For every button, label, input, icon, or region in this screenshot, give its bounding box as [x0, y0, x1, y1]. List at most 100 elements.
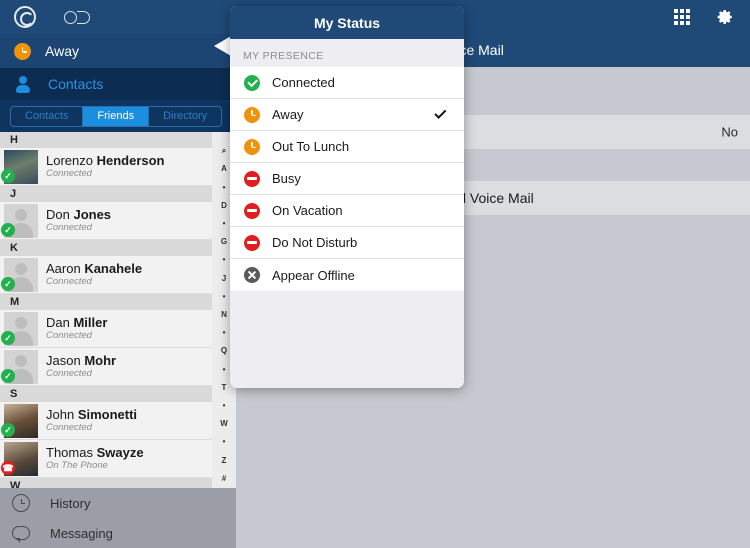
index-letter[interactable]: D: [221, 197, 227, 215]
clock-orange-icon: [244, 106, 260, 123]
index-letter[interactable]: W: [220, 415, 228, 433]
contact-name: Aaron Kanahele: [46, 260, 143, 276]
contact-text: Jason Mohr Connected: [46, 352, 117, 380]
index-letter[interactable]: •: [223, 215, 226, 233]
presence-option-do-not-disturb[interactable]: Do Not Disturb: [230, 227, 464, 259]
presence-connected-icon: ✓: [1, 223, 15, 237]
tab-directory[interactable]: Directory: [149, 107, 221, 126]
clock-orange-icon: [244, 138, 260, 155]
contact-row[interactable]: ✓ Don Jones Connected: [0, 202, 212, 240]
nav-item-label: Messaging: [50, 525, 113, 541]
row-left-text: all Voice Mail: [452, 190, 534, 206]
nav-item-label: History: [50, 495, 91, 511]
contact-row[interactable]: ✓ Lorenzo Henderson Connected: [0, 148, 212, 186]
app-root: Voice Mail No all Voice Mail Away Contact…: [0, 0, 750, 548]
presence-option-busy[interactable]: Busy: [230, 163, 464, 195]
contact-row[interactable]: ✓ Aaron Kanahele Connected: [0, 256, 212, 294]
grid-apps-icon[interactable]: [674, 9, 690, 25]
presence-option-label: Do Not Disturb: [272, 235, 358, 250]
x-circle-gray-icon: [244, 267, 260, 283]
letter-header: K: [0, 240, 212, 256]
my-status-popover: My Status MY PRESENCE Connected Away Out T…: [230, 6, 464, 388]
index-letter[interactable]: •: [223, 360, 226, 378]
contact-row[interactable]: ☎ Thomas Swayze On The Phone: [0, 440, 212, 478]
index-letter[interactable]: T: [222, 379, 227, 397]
presence-option-out-to-lunch[interactable]: Out To Lunch: [230, 131, 464, 163]
index-letter[interactable]: Z: [222, 451, 227, 469]
presence-option-list: Connected Away Out To Lunch Busy On Vacation…: [230, 67, 464, 291]
index-letter[interactable]: •: [223, 251, 226, 269]
contact-status: Connected: [46, 221, 92, 233]
letter-header: S: [0, 386, 212, 402]
my-status-label: Away: [45, 43, 79, 59]
contact-status: Connected: [46, 275, 92, 287]
contacts-list[interactable]: H ✓ Lorenzo Henderson Connected J ✓ Don Jones C…: [0, 132, 212, 488]
contact-status: Connected: [46, 167, 92, 179]
presence-option-away[interactable]: Away: [230, 99, 464, 131]
index-search-icon[interactable]: ⌕: [222, 142, 226, 160]
chat-bubble-icon: [12, 526, 30, 543]
index-letter[interactable]: Q: [221, 342, 227, 360]
tab-contacts[interactable]: Contacts: [11, 106, 84, 126]
index-letter[interactable]: •: [223, 288, 226, 306]
presence-option-on-vacation[interactable]: On Vacation: [230, 195, 464, 227]
index-letter[interactable]: •: [223, 178, 226, 196]
index-letter[interactable]: G: [221, 233, 227, 251]
contact-name: Thomas Swayze: [46, 444, 144, 460]
contact-status: Connected: [46, 421, 92, 433]
index-letter[interactable]: A: [221, 160, 227, 178]
presence-option-label: Appear Offline: [272, 267, 355, 283]
contact-name: Jason Mohr: [46, 352, 117, 368]
presence-connected-icon: ✓: [1, 369, 15, 383]
contact-text: Lorenzo Henderson Connected: [46, 152, 165, 180]
contact-row[interactable]: ✓ Jason Mohr Connected: [0, 348, 212, 386]
contact-text: Aaron Kanahele Connected: [46, 260, 143, 288]
sidebar-bottom-nav: History Messaging: [0, 488, 236, 548]
contact-status: Connected: [46, 367, 92, 379]
popover-title: My Status: [313, 14, 381, 31]
contact-name: John Simonetti: [46, 406, 138, 422]
gear-icon[interactable]: [716, 8, 734, 26]
topbar-icon-group: [674, 8, 734, 26]
index-letter[interactable]: •: [223, 433, 226, 451]
presence-connected-icon: ✓: [1, 423, 15, 437]
voicemail-icon[interactable]: [64, 10, 94, 24]
index-letter[interactable]: #: [222, 470, 226, 488]
my-status-row[interactable]: Away: [0, 34, 236, 68]
letter-header: H: [0, 132, 212, 148]
segmented-control: Contacts Friends Directory: [10, 105, 223, 127]
check-circle-green-icon: [244, 74, 260, 91]
nav-item-history[interactable]: History: [0, 488, 236, 518]
popover-filler: [230, 291, 464, 388]
tab-friends[interactable]: Friends: [83, 106, 150, 126]
app-logo-icon: [14, 6, 36, 28]
popover-arrow: [214, 36, 231, 56]
popover-section-label: MY PRESENCE: [230, 39, 464, 67]
contact-name: Lorenzo Henderson: [46, 152, 165, 168]
nav-item-messaging[interactable]: Messaging: [0, 518, 236, 548]
minus-circle-red-icon: [244, 202, 260, 219]
contact-row[interactable]: ✓ John Simonetti Connected: [0, 402, 212, 440]
index-letter[interactable]: •: [223, 397, 226, 415]
sidebar-section-label: Contacts: [48, 76, 104, 92]
contact-text: Don Jones Connected: [46, 206, 112, 234]
contact-name: Don Jones: [46, 206, 112, 222]
sidebar-section-contacts[interactable]: Contacts: [0, 68, 236, 100]
contact-text: Thomas Swayze On The Phone: [46, 444, 144, 472]
letter-header: M: [0, 294, 212, 310]
letter-header: J: [0, 186, 212, 202]
presence-option-appear-offline[interactable]: Appear Offline: [230, 259, 464, 291]
presence-option-label: Away: [272, 107, 304, 122]
index-letter[interactable]: N: [221, 306, 227, 324]
presence-onphone-icon: ☎: [1, 461, 15, 475]
index-letter[interactable]: J: [222, 269, 226, 287]
clock-orange-icon: [14, 42, 31, 60]
index-letter[interactable]: •: [223, 324, 226, 342]
minus-circle-red-icon: [244, 170, 260, 187]
popover-header: My Status: [230, 6, 464, 39]
presence-option-label: Out To Lunch: [272, 139, 350, 154]
contact-status: On The Phone: [46, 459, 108, 471]
contact-status: Connected: [46, 329, 92, 341]
presence-option-connected[interactable]: Connected: [230, 67, 464, 99]
contact-row[interactable]: ✓ Dan Miller Connected: [0, 310, 212, 348]
